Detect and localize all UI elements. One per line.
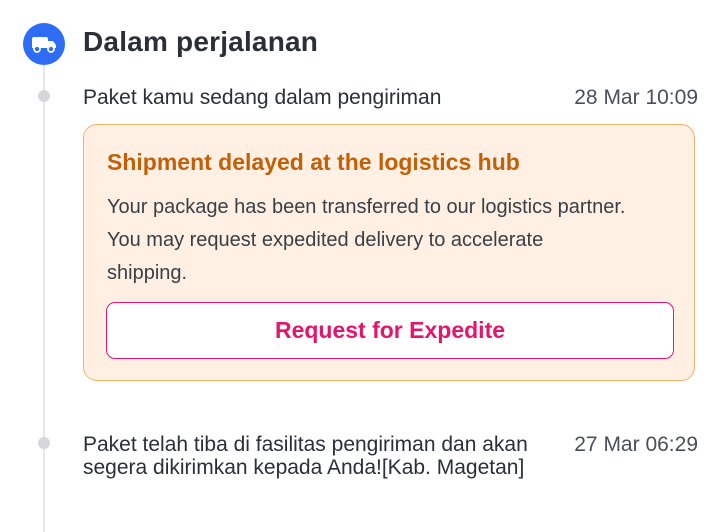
truck-icon [23,23,65,65]
alert-message: Your package has been transferred to our… [107,196,626,284]
event-timestamp: 28 Mar 10:09 [574,86,698,109]
event-timestamp: 27 Mar 06:29 [574,433,698,456]
status-title: Dalam perjalanan [83,26,319,57]
event-description: Paket kamu sedang dalam pengiriman [83,86,442,109]
timeline-line [43,62,45,532]
timeline-dot [38,437,50,449]
shipment-delay-alert: Shipment delayed at the logistics hub Yo… [83,124,695,381]
timeline-dot [38,90,50,102]
event-description: Paket telah tiba di fasilitas pengiriman… [83,433,528,479]
request-expedite-button[interactable]: Request for Expedite [106,302,674,359]
alert-title: Shipment delayed at the logistics hub [107,149,520,175]
